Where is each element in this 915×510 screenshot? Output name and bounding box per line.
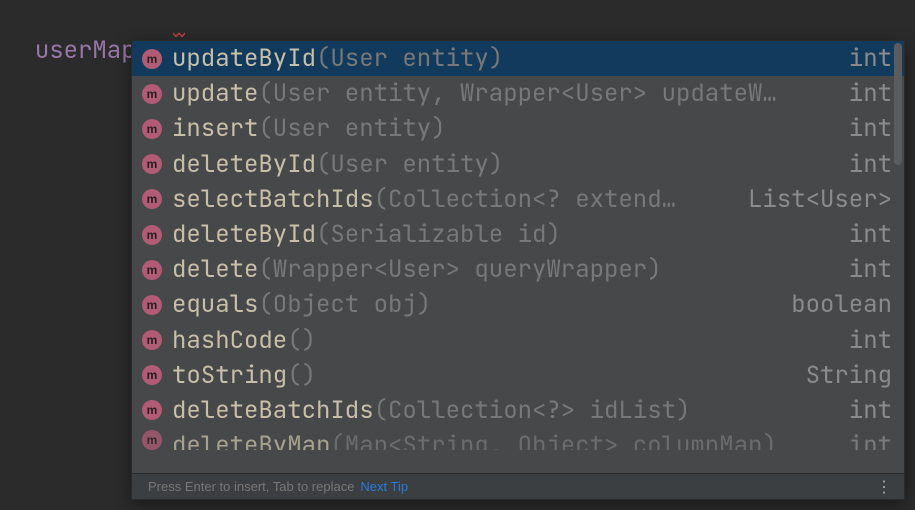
completion-popup: m updateById(User entity) int m update(U… bbox=[131, 40, 905, 500]
next-tip-link[interactable]: Next Tip bbox=[360, 479, 408, 494]
method-icon: m bbox=[142, 400, 162, 420]
completion-signature: delete(Wrapper<User> queryWrapper) bbox=[172, 254, 819, 285]
completion-return-type: int bbox=[849, 113, 892, 144]
completion-return-type: int bbox=[849, 325, 892, 356]
completion-signature: updateById(User entity) bbox=[172, 43, 819, 74]
completion-signature: deleteByMap(Map<String, Object> columnMa… bbox=[172, 430, 819, 450]
completion-signature: equals(Object obj) bbox=[172, 289, 761, 320]
completion-signature: hashCode() bbox=[172, 325, 819, 356]
method-icon: m bbox=[142, 84, 162, 104]
method-icon: m bbox=[142, 49, 162, 69]
completion-signature: selectBatchIds(Collection<? extend… bbox=[172, 184, 718, 215]
completion-return-type: boolean bbox=[791, 289, 892, 320]
completion-return-type: int bbox=[849, 430, 892, 450]
scrollbar-thumb[interactable] bbox=[894, 43, 902, 165]
method-icon: m bbox=[142, 260, 162, 280]
completion-signature: deleteById(Serializable id) bbox=[172, 219, 819, 250]
completion-signature: update(User entity, Wrapper<User> update… bbox=[172, 78, 819, 109]
completion-signature: toString() bbox=[172, 360, 776, 391]
completion-return-type: int bbox=[849, 43, 892, 74]
completion-item[interactable]: m toString() String bbox=[132, 358, 904, 393]
method-icon: m bbox=[142, 295, 162, 315]
completion-return-type: int bbox=[849, 395, 892, 426]
completion-item[interactable]: m deleteBatchIds(Collection<?> idList) i… bbox=[132, 393, 904, 428]
completion-item[interactable]: m equals(Object obj) boolean bbox=[132, 287, 904, 322]
completion-item[interactable]: m deleteById(Serializable id) int bbox=[132, 217, 904, 252]
completion-item[interactable]: m hashCode() int bbox=[132, 323, 904, 358]
completion-item[interactable]: m selectBatchIds(Collection<? extend… Li… bbox=[132, 182, 904, 217]
completion-signature: deleteBatchIds(Collection<?> idList) bbox=[172, 395, 819, 426]
completion-return-type: int bbox=[849, 149, 892, 180]
completion-item[interactable]: m update(User entity, Wrapper<User> upda… bbox=[132, 76, 904, 111]
method-icon: m bbox=[142, 119, 162, 139]
completion-item[interactable]: m deleteByMap(Map<String, Object> column… bbox=[132, 428, 904, 450]
completion-item[interactable]: m updateById(User entity) int bbox=[132, 41, 904, 76]
method-icon: m bbox=[142, 189, 162, 209]
completion-return-type: int bbox=[849, 78, 892, 109]
method-icon: m bbox=[142, 330, 162, 350]
footer-hint: Press Enter to insert, Tab to replace bbox=[148, 479, 354, 494]
method-icon: m bbox=[142, 365, 162, 385]
more-icon[interactable]: ⋮ bbox=[872, 476, 896, 497]
completion-signature: insert(User entity) bbox=[172, 113, 819, 144]
completion-list[interactable]: m updateById(User entity) int m update(U… bbox=[132, 41, 904, 473]
popup-footer: Press Enter to insert, Tab to replace Ne… bbox=[132, 473, 904, 499]
completion-item[interactable]: m insert(User entity) int bbox=[132, 111, 904, 146]
method-icon: m bbox=[142, 430, 162, 450]
completion-return-type: int bbox=[849, 219, 892, 250]
error-squiggle bbox=[173, 32, 185, 37]
completion-return-type: String bbox=[806, 360, 892, 391]
completion-item[interactable]: m deleteById(User entity) int bbox=[132, 147, 904, 182]
completion-return-type: int bbox=[849, 254, 892, 285]
completion-item[interactable]: m delete(Wrapper<User> queryWrapper) int bbox=[132, 252, 904, 287]
completion-signature: deleteById(User entity) bbox=[172, 149, 819, 180]
method-icon: m bbox=[142, 154, 162, 174]
method-icon: m bbox=[142, 225, 162, 245]
completion-return-type: List<User> bbox=[748, 184, 892, 215]
